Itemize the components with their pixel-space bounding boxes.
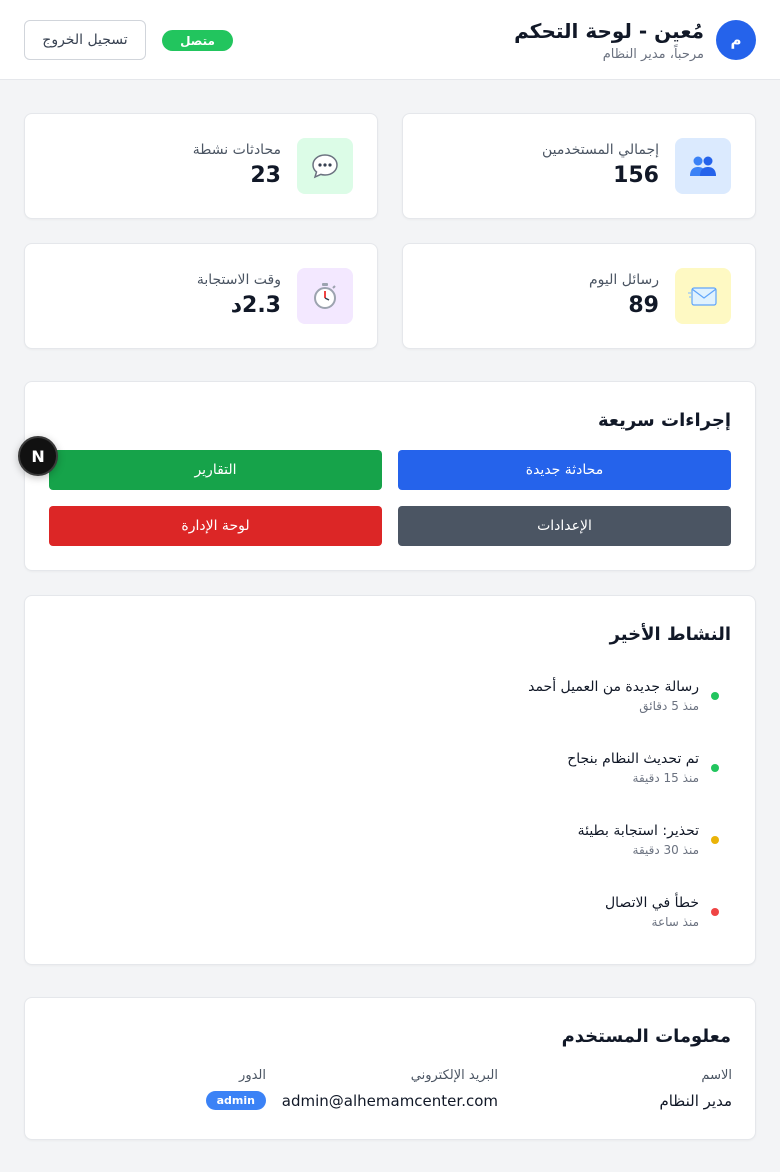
app-header: م مُعين - لوحة التحكم مرحباً، مدير النظا… xyxy=(0,0,780,80)
activity-text: تم تحديث النظام بنجاح xyxy=(567,751,699,767)
stat-label: وقت الاستجابة xyxy=(196,272,281,288)
dev-tools-badge[interactable]: N xyxy=(18,436,58,476)
page-title: مُعين - لوحة التحكم xyxy=(514,19,704,43)
stat-value: 156 xyxy=(613,163,659,188)
email-value: admin@alhemamcenter.com xyxy=(281,1092,498,1110)
user-info-title: معلومات المستخدم xyxy=(561,1026,731,1047)
name-value: مدير النظام xyxy=(659,1092,732,1110)
reports-button[interactable]: التقارير xyxy=(49,450,382,490)
title-block: مُعين - لوحة التحكم مرحباً، مدير النظام xyxy=(514,17,704,64)
stat-value: 2.3د xyxy=(230,293,281,318)
quick-actions-title: إجراءات سريعة xyxy=(598,410,731,431)
user-role-field: الدور admin xyxy=(205,1068,266,1110)
avatar: م xyxy=(716,20,756,60)
status-dot xyxy=(711,908,719,916)
user-name-field: الاسم مدير النظام xyxy=(659,1068,732,1110)
recent-activity-panel: النشاط الأخير رسالة جديدة من العميل أحمد… xyxy=(24,595,756,965)
role-badge: admin xyxy=(205,1091,266,1110)
envelope-icon xyxy=(675,268,731,324)
activity-item: رسالة جديدة من العميل أحمد منذ 5 دقائق xyxy=(219,679,719,719)
status-dot xyxy=(711,764,719,772)
activity-item: خطأ في الاتصال منذ ساعة xyxy=(219,895,719,935)
stat-card-response-time: وقت الاستجابة 2.3د xyxy=(24,243,378,349)
stat-card-messages-today: رسائل اليوم 89 xyxy=(402,243,756,349)
users-icon xyxy=(675,138,731,194)
stat-label: إجمالي المستخدمين xyxy=(541,142,659,158)
activity-time: منذ 5 دقائق xyxy=(639,699,699,713)
status-badge: متصل xyxy=(162,30,233,51)
activity-item: تحذير: استجابة بطيئة منذ 30 دقيقة xyxy=(219,823,719,863)
stat-card-total-users: إجمالي المستخدمين 156 xyxy=(402,113,756,219)
stat-value: 89 xyxy=(628,293,659,318)
stat-label: محادثات نشطة xyxy=(192,142,281,158)
stat-card-active-chats: محادثات نشطة 23 xyxy=(24,113,378,219)
logout-button[interactable]: تسجيل الخروج xyxy=(24,20,146,60)
stopwatch-icon xyxy=(297,268,353,324)
settings-button[interactable]: الإعدادات xyxy=(398,506,731,546)
admin-panel-button[interactable]: لوحة الإدارة xyxy=(49,506,382,546)
welcome-subtitle: مرحباً، مدير النظام xyxy=(602,47,704,62)
new-chat-button[interactable]: محادثة جديدة xyxy=(398,450,731,490)
role-label: الدور xyxy=(239,1068,266,1083)
activity-time: منذ 30 دقيقة xyxy=(632,843,699,857)
status-dot xyxy=(711,692,719,700)
recent-activity-title: النشاط الأخير xyxy=(609,624,731,645)
name-label: الاسم xyxy=(701,1068,732,1083)
activity-time: منذ 15 دقيقة xyxy=(632,771,699,785)
activity-text: رسالة جديدة من العميل أحمد xyxy=(528,679,699,695)
user-email-field: البريد الإلكتروني admin@alhemamcenter.co… xyxy=(282,1068,498,1110)
activity-time: منذ ساعة xyxy=(651,915,699,929)
status-dot xyxy=(711,836,719,844)
chat-bubble-icon xyxy=(297,138,353,194)
quick-actions-panel: إجراءات سريعة محادثة جديدة التقارير الإع… xyxy=(24,381,756,571)
stat-value: 23 xyxy=(250,163,281,188)
email-label: البريد الإلكتروني xyxy=(410,1068,498,1083)
stat-label: رسائل اليوم xyxy=(589,272,659,288)
activity-item: تم تحديث النظام بنجاح منذ 15 دقيقة xyxy=(219,751,719,791)
activity-text: تحذير: استجابة بطيئة xyxy=(577,823,699,839)
activity-text: خطأ في الاتصال xyxy=(604,895,699,911)
